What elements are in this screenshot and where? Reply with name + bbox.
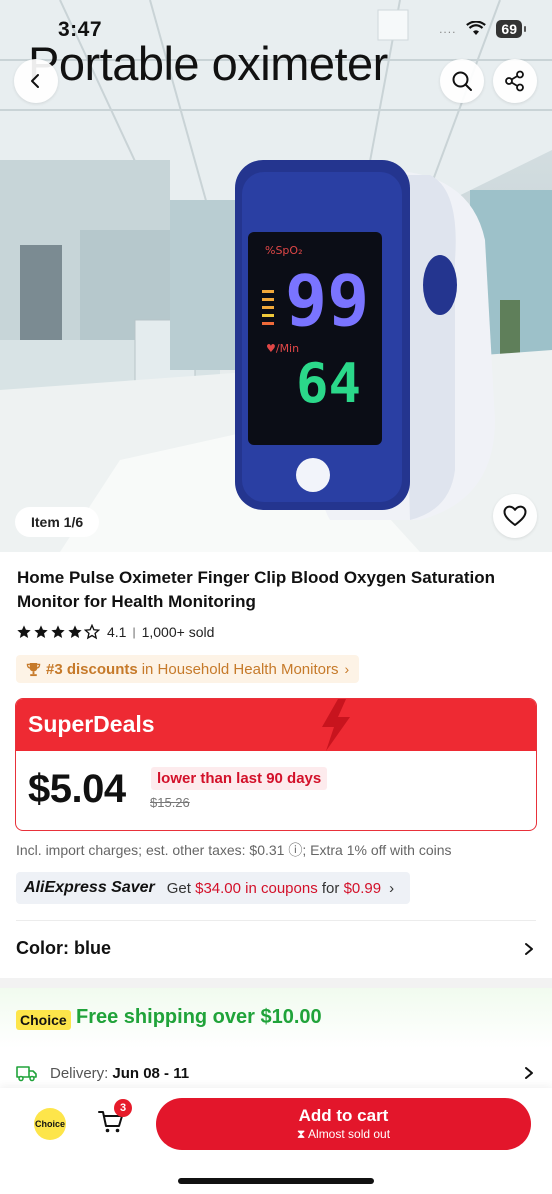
ranking-highlight: #3 discounts <box>46 660 138 678</box>
choice-badge: Choice <box>16 1010 71 1030</box>
search-icon <box>452 71 472 91</box>
star-full-icon <box>51 625 65 638</box>
status-icons: .... 69 <box>439 20 526 38</box>
star-full-icon <box>34 625 48 638</box>
price-note: lower than last 90 days <box>151 767 328 790</box>
delivery-dates: Jun 08 - 11 <box>112 1064 190 1082</box>
lightning-icon <box>322 699 350 751</box>
back-button[interactable] <box>14 59 58 103</box>
saver-get: Get <box>166 879 191 897</box>
hero-image-title: Portable oximeter <box>28 37 388 90</box>
heart-icon <box>503 505 527 526</box>
rating-row[interactable]: 4.1 | 1,000+ sold <box>16 624 214 640</box>
star-outline-icon <box>84 624 100 640</box>
favorite-button[interactable] <box>493 494 537 538</box>
product-image-carousel[interactable]: %SpO₂ 99 ♥/Min 64 3:47 .... 69 Portable … <box>0 0 552 552</box>
tax-info[interactable]: Incl. import charges; est. other taxes: … <box>16 840 452 860</box>
divider <box>16 920 536 921</box>
home-indicator <box>178 1178 374 1184</box>
current-price: $5.04 <box>28 767 126 811</box>
superdeals-header: SuperDeals <box>16 699 536 751</box>
saver-cost: $0.99 <box>343 879 382 897</box>
rating-stars <box>16 624 100 640</box>
original-price: $15.26 <box>150 795 190 810</box>
svg-text:64: 64 <box>296 352 361 415</box>
share-button[interactable] <box>493 59 537 103</box>
rating-value: 4.1 <box>107 624 127 640</box>
ranking-tag[interactable]: #3 discounts in Household Health Monitor… <box>16 655 360 683</box>
star-full-icon <box>17 625 31 638</box>
chevron-right-icon: › <box>389 879 395 897</box>
truck-icon <box>16 1066 37 1082</box>
svg-text:%SpO₂: %SpO₂ <box>265 244 303 257</box>
battery-icon: 69 <box>496 20 526 38</box>
section-separator <box>0 978 552 988</box>
svg-text:99: 99 <box>285 260 369 342</box>
sold-count: 1,000+ sold <box>141 624 215 640</box>
choice-store-button[interactable]: Choice <box>34 1108 66 1140</box>
svg-text:♥/Min: ♥/Min <box>266 342 299 355</box>
color-label: Color: blue <box>16 938 111 958</box>
ranking-category: in Household Health Monitors <box>141 660 339 678</box>
free-shipping-text: Free shipping over $10.00 <box>76 1006 322 1028</box>
saver-brand: AliExpress Saver <box>24 879 155 896</box>
share-icon <box>505 70 524 92</box>
superdeals-label: SuperDeals <box>28 711 155 737</box>
color-selector[interactable]: Color: blue <box>16 938 536 959</box>
star-full-icon <box>68 625 82 638</box>
signal-icon: .... <box>439 22 457 36</box>
superdeals-box: SuperDeals $5.04 lower than last 90 days… <box>15 698 537 831</box>
delivery-label: Delivery: <box>50 1064 109 1082</box>
trophy-icon <box>26 662 41 676</box>
cart-count-badge: 3 <box>114 1099 132 1117</box>
saver-for: for <box>321 879 340 897</box>
wifi-icon <box>466 21 487 35</box>
oximeter-device: %SpO₂ 99 ♥/Min 64 <box>235 160 495 520</box>
rating-separator: | <box>132 625 136 639</box>
image-counter: Item 1/6 <box>15 507 100 537</box>
stock-note: ⧗ Almost sold out <box>296 1127 391 1141</box>
saver-coupon: $34.00 in coupons <box>195 879 318 897</box>
chevron-right-icon <box>525 942 533 955</box>
search-button[interactable] <box>440 59 484 103</box>
saver-banner[interactable]: AliExpress Saver Get $34.00 in coupons f… <box>16 872 410 904</box>
product-title: Home Pulse Oximeter Finger Clip Blood Ox… <box>17 568 495 611</box>
chevron-right-icon: › <box>344 661 350 677</box>
add-to-cart-button[interactable]: Add to cart ⧗ Almost sold out <box>156 1098 531 1150</box>
add-to-cart-label: Add to cart <box>298 1106 389 1125</box>
chevron-right-icon <box>525 1067 533 1079</box>
chevron-left-icon <box>31 74 39 88</box>
delivery-row[interactable]: Delivery: Jun 08 - 11 <box>16 1064 536 1082</box>
